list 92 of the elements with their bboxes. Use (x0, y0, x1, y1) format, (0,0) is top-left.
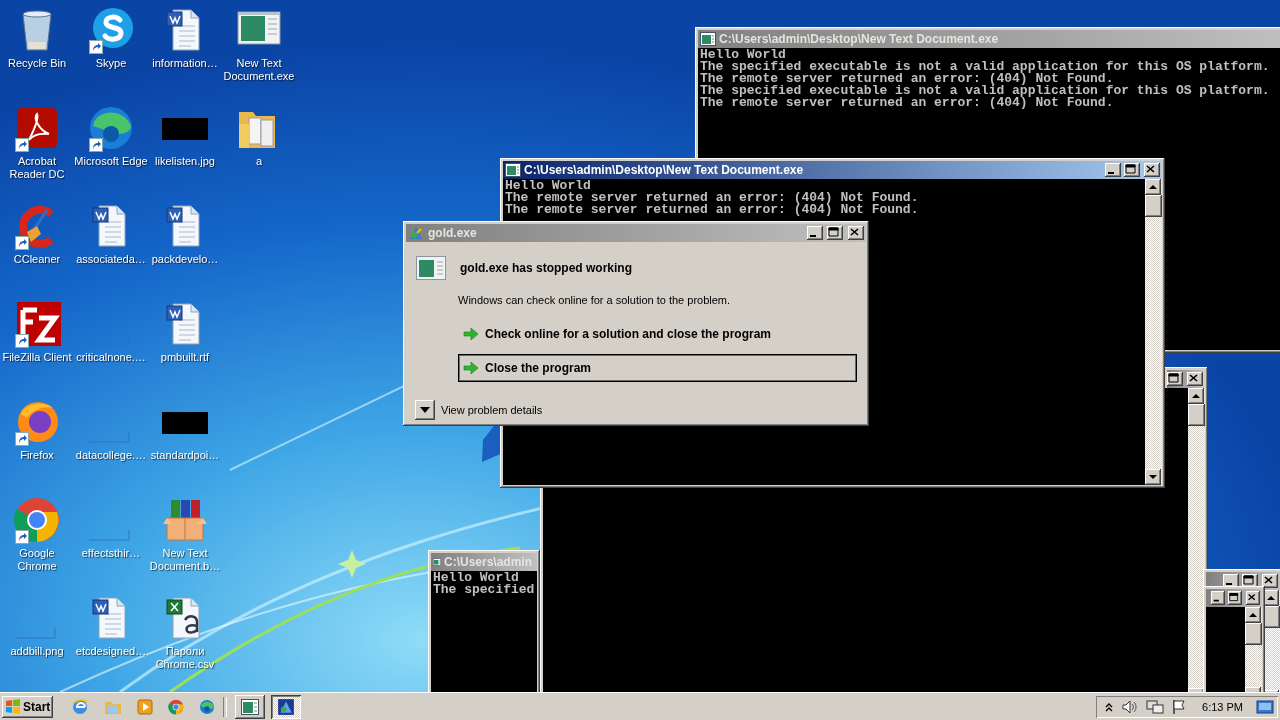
title-bar[interactable] (1206, 589, 1262, 607)
close-button[interactable] (1144, 163, 1160, 177)
console-line: The remote server returned an error: (404) Not Found. (700, 97, 1114, 109)
maximize-button[interactable] (1228, 591, 1242, 605)
app-icon (408, 225, 424, 241)
chevron-up-icon[interactable] (1104, 701, 1115, 713)
desktop-icon-label[interactable]: a (221, 155, 297, 168)
desktop-icon-label[interactable]: associateda… (73, 253, 149, 266)
window-title: gold.exe (428, 226, 477, 240)
clock[interactable]: 6:13 PM (1202, 701, 1243, 713)
maximize-button[interactable] (1167, 372, 1183, 386)
desktop-icon-label[interactable]: Google Chrome (0, 547, 75, 573)
maximize-button[interactable] (827, 226, 843, 240)
minimize-button[interactable] (1211, 591, 1225, 605)
console-icon (433, 555, 441, 569)
command-link[interactable]: Check online for a solution and close the program (458, 320, 857, 348)
taskbar-button[interactable] (235, 695, 266, 719)
arrow-icon (463, 327, 479, 341)
chrome-icon[interactable] (168, 699, 185, 715)
desktop-icon-label[interactable]: standardpoi… (147, 449, 223, 462)
caret-icon (420, 407, 430, 413)
windows-logo-icon (5, 699, 21, 715)
sparkle-icon (338, 550, 366, 578)
desktop-icon-label[interactable]: FileZilla Client (0, 351, 75, 364)
start-button[interactable]: Start (2, 696, 54, 718)
window-title: C:\Users\admin (443, 555, 532, 569)
error-heading: gold.exe has stopped working (460, 261, 633, 275)
console-line: The specified (433, 584, 535, 596)
scrollbar[interactable] (1188, 388, 1205, 692)
window-title: C:\Users\admin\Desktop\New Text Document.exe (719, 32, 999, 46)
console-line: The remote server returned an error: (404) Not Found. (700, 73, 1114, 85)
desktop-icon-label[interactable]: Recycle Bin (0, 57, 75, 70)
edge-icon[interactable] (199, 699, 216, 715)
desktop-icon-label[interactable]: CCleaner (0, 253, 75, 266)
console-icon (700, 32, 716, 46)
desktop-icon-label[interactable]: New Text Document.exe (221, 57, 297, 83)
minimize-button[interactable] (1105, 163, 1121, 177)
scrollbar[interactable] (1245, 607, 1262, 692)
window-title: C:\Users\admin\Desktop\New Text Document.exe (524, 163, 804, 177)
network-icon[interactable] (1146, 699, 1165, 715)
error-message: Windows can check online for a solution to the problem. (458, 294, 732, 306)
minimize-button[interactable] (807, 226, 823, 240)
desktop-icon-label[interactable]: addbill.png (0, 645, 75, 658)
console-line: Hello World (505, 180, 591, 192)
console-line: The remote server returned an error: (404) Not Found. (505, 204, 919, 216)
console-line: Hello World (700, 49, 786, 61)
desktop-icon-label[interactable]: packdevelo… (147, 253, 223, 266)
details-link[interactable]: View problem details (441, 404, 543, 416)
console-line: The remote server returned an error: (404) Not Found. (505, 192, 919, 204)
scroll-up-button[interactable] (1145, 179, 1161, 195)
taskbar-button[interactable] (271, 695, 302, 719)
browser-icon[interactable] (71, 698, 90, 716)
desktop-icon-label[interactable]: datacollege.… (73, 449, 149, 462)
show-desktop-icon[interactable] (1256, 699, 1274, 715)
close-button[interactable] (1262, 574, 1278, 588)
scroll-thumb[interactable] (1188, 404, 1205, 426)
command-link[interactable]: Close the program (458, 354, 857, 382)
maximize-button[interactable] (1124, 163, 1140, 177)
edge-icon[interactable] (87, 104, 135, 152)
program-window-icon (416, 256, 446, 280)
scroll-up-button[interactable] (1245, 607, 1261, 623)
desktop-icon-label[interactable]: likelisten.jpg (147, 155, 223, 168)
scroll-down-button[interactable] (1145, 469, 1161, 485)
console-line: The specified executable is not a valid application for this OS platform. (700, 85, 1270, 97)
flag-icon[interactable] (1171, 699, 1188, 715)
scroll-up-button[interactable] (1188, 388, 1204, 404)
expand-details-button[interactable] (415, 400, 435, 420)
speaker-icon[interactable] (1121, 699, 1140, 715)
title-bar[interactable] (1167, 370, 1203, 388)
close-button[interactable] (1187, 372, 1203, 386)
desktop-icon-label[interactable]: pmbuilt.rtf (147, 351, 223, 364)
console-icon (505, 163, 521, 177)
close-button[interactable] (1246, 591, 1260, 605)
desktop-icon-label[interactable]: Microsoft Edge (73, 155, 149, 168)
close-button[interactable] (848, 226, 864, 240)
scrollbar[interactable] (1145, 179, 1162, 485)
console-line: Hello World (433, 572, 519, 584)
media-player-icon[interactable] (137, 699, 154, 715)
console-icon (241, 699, 260, 715)
title-bar[interactable]: C:\Users\admin\Desktop\New Text Document.exe (503, 161, 1162, 179)
scroll-thumb[interactable] (1245, 623, 1262, 645)
desktop-icon-label[interactable]: Acrobat Reader DC (0, 155, 75, 181)
arrow-icon (463, 361, 479, 375)
desktop-icon-label[interactable]: Firefox (0, 449, 75, 462)
console-line: The specified executable is not a valid application for this OS platform. (700, 61, 1270, 73)
desktop-icon-label[interactable]: information… (147, 57, 223, 70)
title-bar[interactable]: gold.exe (406, 224, 866, 242)
chrome-icon[interactable] (13, 496, 61, 544)
desktop-icon-label[interactable]: Skype (73, 57, 149, 70)
app-icon (277, 698, 296, 716)
desktop-icon-label[interactable]: criticalnone.… (73, 351, 149, 364)
scroll-thumb[interactable] (1145, 195, 1162, 217)
